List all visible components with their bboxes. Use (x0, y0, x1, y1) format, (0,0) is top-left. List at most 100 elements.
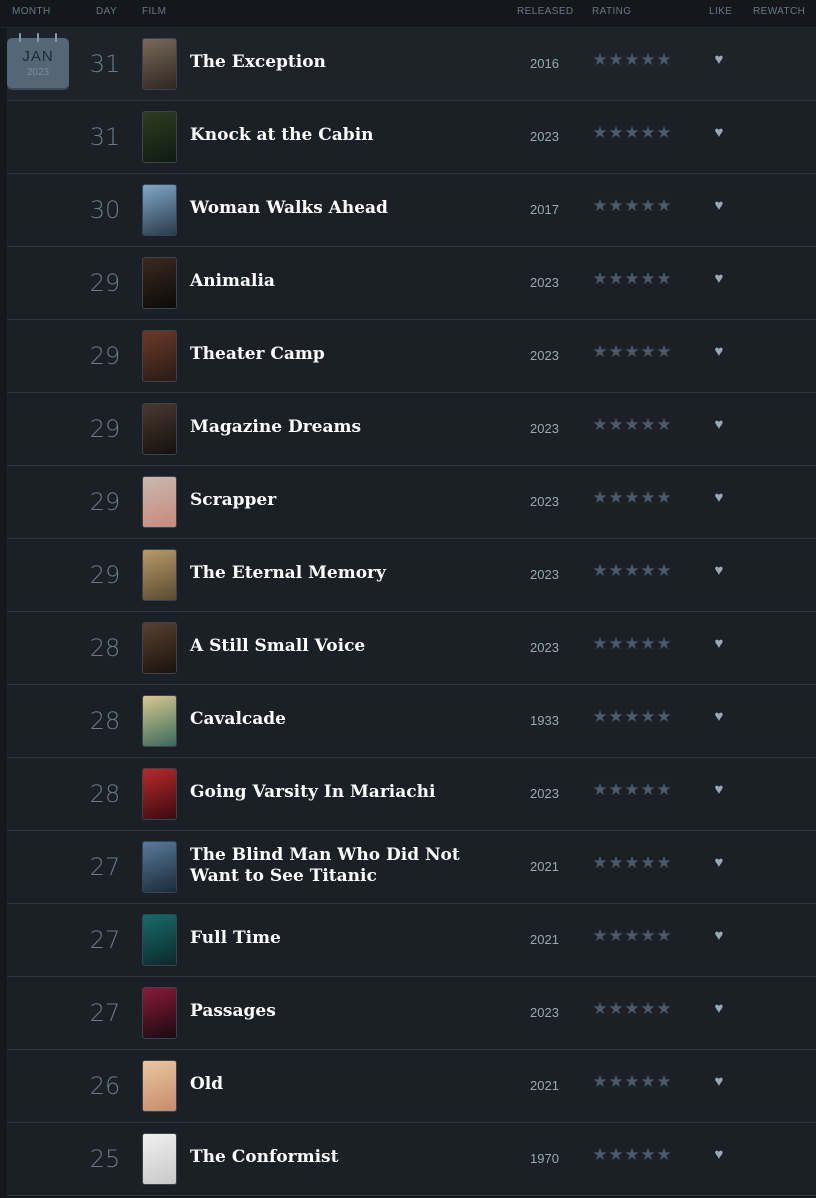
rating-stars[interactable]: ★ ★ ★ ★ ★ (592, 635, 672, 652)
star-icon[interactable]: ★ (656, 635, 672, 652)
diary-row[interactable]: 29 The Eternal Memory 2023 ★ ★ ★ ★ ★ ♥ (7, 539, 816, 612)
entry-day[interactable]: 27 (79, 926, 131, 954)
star-icon[interactable]: ★ (640, 927, 656, 944)
star-icon[interactable]: ★ (656, 416, 672, 433)
diary-row[interactable]: 29 Theater Camp 2023 ★ ★ ★ ★ ★ ♥ (7, 320, 816, 393)
star-icon[interactable]: ★ (640, 489, 656, 506)
star-icon[interactable]: ★ (592, 416, 608, 433)
star-icon[interactable]: ★ (592, 562, 608, 579)
film-poster[interactable] (142, 476, 177, 528)
star-icon[interactable]: ★ (592, 489, 608, 506)
star-icon[interactable]: ★ (656, 1000, 672, 1017)
heart-icon[interactable]: ♥ (710, 51, 728, 69)
star-icon[interactable]: ★ (608, 1146, 624, 1163)
star-icon[interactable]: ★ (656, 1073, 672, 1090)
star-icon[interactable]: ★ (608, 270, 624, 287)
star-icon[interactable]: ★ (592, 635, 608, 652)
entry-day[interactable]: 25 (79, 1145, 131, 1173)
star-icon[interactable]: ★ (624, 416, 640, 433)
release-year[interactable]: 2023 (522, 494, 567, 509)
film-title[interactable]: Knock at the Cabin (190, 125, 480, 146)
star-icon[interactable]: ★ (640, 270, 656, 287)
star-icon[interactable]: ★ (592, 1073, 608, 1090)
star-icon[interactable]: ★ (656, 854, 672, 871)
star-icon[interactable]: ★ (640, 854, 656, 871)
star-icon[interactable]: ★ (592, 197, 608, 214)
heart-icon[interactable]: ♥ (710, 927, 728, 945)
rating-stars[interactable]: ★ ★ ★ ★ ★ (592, 1073, 672, 1090)
film-title[interactable]: Animalia (190, 271, 480, 292)
release-year[interactable]: 2023 (522, 421, 567, 436)
film-poster[interactable] (142, 914, 177, 966)
film-title[interactable]: Woman Walks Ahead (190, 198, 480, 219)
film-poster[interactable] (142, 403, 177, 455)
entry-day[interactable]: 27 (79, 999, 131, 1027)
rating-stars[interactable]: ★ ★ ★ ★ ★ (592, 489, 672, 506)
heart-icon[interactable]: ♥ (710, 489, 728, 507)
star-icon[interactable]: ★ (608, 51, 624, 68)
star-icon[interactable]: ★ (624, 1000, 640, 1017)
heart-icon[interactable]: ♥ (710, 270, 728, 288)
diary-row[interactable]: 26 Old 2021 ★ ★ ★ ★ ★ ♥ (7, 1050, 816, 1123)
star-icon[interactable]: ★ (608, 124, 624, 141)
release-year[interactable]: 2023 (522, 640, 567, 655)
diary-row[interactable]: 27 Full Time 2021 ★ ★ ★ ★ ★ ♥ (7, 904, 816, 977)
star-icon[interactable]: ★ (608, 489, 624, 506)
entry-day[interactable]: 30 (79, 196, 131, 224)
film-title[interactable]: Scrapper (190, 490, 480, 511)
star-icon[interactable]: ★ (592, 708, 608, 725)
heart-icon[interactable]: ♥ (710, 1146, 728, 1164)
calendar-icon[interactable]: JAN 2023 (7, 33, 69, 88)
star-icon[interactable]: ★ (640, 781, 656, 798)
star-icon[interactable]: ★ (608, 781, 624, 798)
film-poster[interactable] (142, 549, 177, 601)
star-icon[interactable]: ★ (656, 197, 672, 214)
entry-day[interactable]: 29 (79, 561, 131, 589)
star-icon[interactable]: ★ (624, 562, 640, 579)
star-icon[interactable]: ★ (608, 635, 624, 652)
star-icon[interactable]: ★ (624, 343, 640, 360)
entry-day[interactable]: 27 (79, 853, 131, 881)
star-icon[interactable]: ★ (624, 635, 640, 652)
star-icon[interactable]: ★ (640, 416, 656, 433)
star-icon[interactable]: ★ (624, 51, 640, 68)
star-icon[interactable]: ★ (640, 562, 656, 579)
heart-icon[interactable]: ♥ (710, 854, 728, 872)
heart-icon[interactable]: ♥ (710, 343, 728, 361)
diary-row[interactable]: 29 Magazine Dreams 2023 ★ ★ ★ ★ ★ ♥ (7, 393, 816, 466)
entry-day[interactable]: 26 (79, 1072, 131, 1100)
film-title[interactable]: Cavalcade (190, 709, 480, 730)
rating-stars[interactable]: ★ ★ ★ ★ ★ (592, 51, 672, 68)
diary-row[interactable]: 29 Animalia 2023 ★ ★ ★ ★ ★ ♥ (7, 247, 816, 320)
star-icon[interactable]: ★ (656, 124, 672, 141)
star-icon[interactable]: ★ (592, 343, 608, 360)
star-icon[interactable]: ★ (640, 124, 656, 141)
rating-stars[interactable]: ★ ★ ★ ★ ★ (592, 927, 672, 944)
rating-stars[interactable]: ★ ★ ★ ★ ★ (592, 416, 672, 433)
film-title[interactable]: Going Varsity In Mariachi (190, 782, 480, 803)
entry-day[interactable]: 28 (79, 634, 131, 662)
star-icon[interactable]: ★ (640, 51, 656, 68)
star-icon[interactable]: ★ (608, 1073, 624, 1090)
release-year[interactable]: 2021 (522, 932, 567, 947)
star-icon[interactable]: ★ (656, 343, 672, 360)
star-icon[interactable]: ★ (640, 1146, 656, 1163)
star-icon[interactable]: ★ (656, 1146, 672, 1163)
star-icon[interactable]: ★ (624, 124, 640, 141)
star-icon[interactable]: ★ (656, 270, 672, 287)
star-icon[interactable]: ★ (640, 635, 656, 652)
rating-stars[interactable]: ★ ★ ★ ★ ★ (592, 343, 672, 360)
star-icon[interactable]: ★ (656, 927, 672, 944)
entry-day[interactable]: 29 (79, 342, 131, 370)
rating-stars[interactable]: ★ ★ ★ ★ ★ (592, 1146, 672, 1163)
star-icon[interactable]: ★ (624, 781, 640, 798)
film-poster[interactable] (142, 768, 177, 820)
star-icon[interactable]: ★ (624, 270, 640, 287)
star-icon[interactable]: ★ (656, 489, 672, 506)
release-year[interactable]: 2021 (522, 859, 567, 874)
release-year[interactable]: 2023 (522, 275, 567, 290)
star-icon[interactable]: ★ (608, 854, 624, 871)
release-year[interactable]: 2021 (522, 1078, 567, 1093)
star-icon[interactable]: ★ (640, 343, 656, 360)
diary-row[interactable]: 28 Cavalcade 1933 ★ ★ ★ ★ ★ ♥ (7, 685, 816, 758)
